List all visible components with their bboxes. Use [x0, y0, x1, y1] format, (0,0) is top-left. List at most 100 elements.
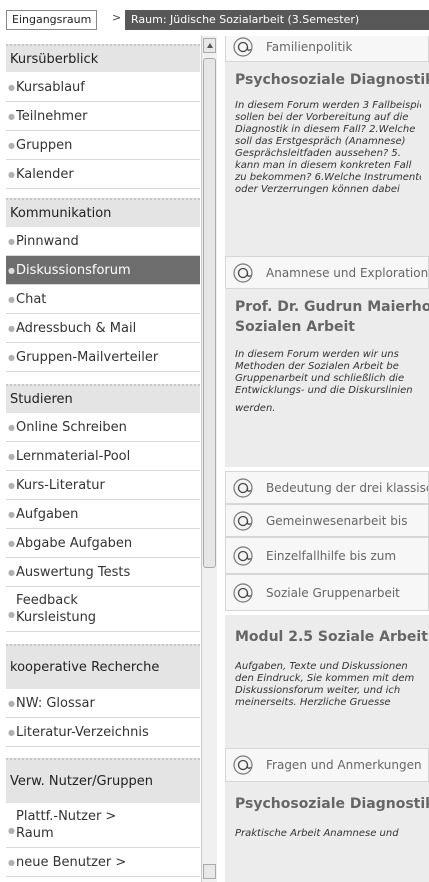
- description-line: In diesem Forum werden 3 Fallbeispiele: [235, 100, 421, 111]
- sidebar-item-plattf-nutzer-raum[interactable]: ● Plattf.-Nutzer > Raum: [6, 803, 200, 848]
- sidebar-item-label: Literatur-Verzeichnis: [16, 724, 149, 740]
- description-line: Diskussionsforum weiter, und ich: [235, 685, 401, 696]
- sidebar-item-label: Adressbuch & Mail: [16, 320, 137, 336]
- forum-topic-row[interactable]: Gemeinwesenarbeit bis: [225, 504, 429, 537]
- forum-topic-icon: [232, 262, 254, 284]
- sidebar-item-label: Auswertung Tests: [16, 564, 131, 580]
- sidebar-item-abgabe-aufgaben[interactable]: ● Abgabe Aufgaben: [6, 529, 200, 558]
- forum-topic-row[interactable]: Bedeutung der drei klassischen: [225, 471, 429, 504]
- forum-category: Prof. Dr. Gudrun Maierhofer Sozialen Arb…: [225, 289, 429, 467]
- forum-category: Modul 2.5 Soziale Arbeit Aufgaben, Texte…: [225, 615, 429, 748]
- description-line: zu bekommen? 6.Welche Instrumente: [235, 172, 421, 183]
- forum-topic-title: Soziale Gruppenarbeit: [266, 585, 400, 600]
- forum-topic-icon: [232, 36, 254, 58]
- sidebar-item-neue-benutzer[interactable]: ● neue Benutzer >: [6, 848, 200, 877]
- sidebar-item-chat[interactable]: ● Chat: [6, 285, 200, 314]
- sidebar-item-kurs-literatur[interactable]: ● Kurs-Literatur: [6, 471, 200, 500]
- forum-topic-title: Familienpolitik: [266, 40, 353, 54]
- forum-category-title: Prof. Dr. Gudrun Maierhofer: [235, 299, 429, 315]
- forum-topic-title: Anamnese und Exploration: [266, 265, 428, 280]
- sidebar-item-kalender[interactable]: ● Kalender: [6, 160, 200, 189]
- forum-topic-row[interactable]: Soziale Gruppenarbeit: [225, 574, 429, 611]
- forum-topic-row[interactable]: Familienpolitik: [225, 36, 429, 62]
- forum-topic-icon: [232, 754, 254, 776]
- bullet-icon: ●: [8, 352, 15, 362]
- bullet-icon: ●: [8, 480, 15, 490]
- scroll-down-icon[interactable]: [203, 864, 216, 879]
- forum-topic-icon: [232, 510, 254, 532]
- forum-topic-title: Bedeutung der drei klassischen: [266, 480, 428, 495]
- sidebar-section-verw-nutzer-gruppen: Verw. Nutzer/Gruppen: [6, 758, 200, 803]
- bullet-icon: ●: [8, 567, 15, 577]
- bullet-icon: ●: [8, 111, 15, 121]
- sidebar-item-label: Feedback Kursleistung: [16, 593, 97, 625]
- description-line: In diesem Forum werden wir uns: [235, 349, 399, 360]
- sidebar-item-label: Kursablauf: [16, 79, 85, 95]
- sidebar-item-aufgaben[interactable]: ● Aufgaben: [6, 500, 200, 529]
- forum-category-title: Psychosoziale Diagnostik: [235, 796, 429, 812]
- sidebar-item-lernmaterial-pool[interactable]: ● Lernmaterial-Pool: [6, 442, 200, 471]
- breadcrumb: Eingangsraum > Raum: Jüdische Sozialarbe…: [0, 0, 429, 36]
- sidebar-item-label: Online Schreiben: [16, 419, 127, 435]
- sidebar-item-label: Plattf.-Nutzer > Raum: [16, 809, 117, 841]
- sidebar-nav: Kursüberblick ● Kursablauf ● Teilnehmer ● G…: [6, 36, 200, 882]
- forum-category-title: Modul 2.5 Soziale Arbeit: [235, 629, 428, 645]
- description-line: oder Verzerrungen können dabei: [235, 184, 400, 195]
- bullet-icon: ●: [8, 169, 15, 179]
- sidebar-item-online-schreiben[interactable]: ● Online Schreiben: [6, 413, 200, 442]
- sidebar-item-kursablauf[interactable]: ● Kursablauf: [6, 73, 200, 102]
- breadcrumb-home-link[interactable]: Eingangsraum: [6, 10, 98, 30]
- description-line: Methoden der Sozialen Arbeit be: [235, 361, 399, 372]
- bullet-icon: ●: [8, 538, 15, 548]
- sidebar-item-pinnwand[interactable]: ● Pinnwand: [6, 227, 200, 256]
- bullet-icon: ●: [8, 509, 15, 519]
- description-line: werden.: [235, 403, 276, 414]
- forum-category-description: Aufgaben, Texte und Diskussionen den Ein…: [235, 661, 421, 709]
- sidebar-section-kommunikation: Kommunikation: [6, 198, 200, 227]
- sidebar-item-feedback-kursleistung[interactable]: ● Feedback Kursleistung: [6, 587, 200, 632]
- forum-category-title: Psychosoziale Diagnostik: [235, 72, 429, 88]
- sidebar-item-label: Gruppen: [16, 137, 73, 153]
- description-line: meinerseits. Herzliche Gruesse: [235, 697, 391, 708]
- sidebar-item-label: Aufgaben: [16, 506, 79, 522]
- bullet-icon: ●: [8, 451, 15, 461]
- sidebar-item-label: Gruppen-Mailverteiler: [16, 349, 159, 365]
- sidebar-item-gruppen[interactable]: ● Gruppen: [6, 131, 200, 160]
- sidebar-item-adressbuch-mail[interactable]: ● Adressbuch & Mail: [6, 314, 200, 343]
- sidebar-scrollbar[interactable]: [201, 36, 217, 882]
- scroll-up-icon[interactable]: [203, 38, 216, 53]
- description-line: soll das Erstgespräch (Anamnese): [235, 136, 406, 147]
- description-line: Entwicklungs- und die Diskurslinien: [235, 385, 413, 396]
- bullet-icon: ●: [8, 826, 15, 835]
- sidebar-item-gruppen-mailverteiler[interactable]: ● Gruppen-Mailverteiler: [6, 343, 200, 372]
- sidebar-item-label: NW: Glossar: [16, 695, 95, 711]
- description-line: den Eindruck, Sie kommen mit dem: [235, 673, 415, 684]
- sidebar-item-diskussionsforum[interactable]: ● Diskussionsforum: [6, 256, 200, 285]
- sidebar-item-literatur-verzeichnis[interactable]: ● Literatur-Verzeichnis: [6, 718, 200, 747]
- forum-content: Familienpolitik Psychosoziale Diagnostik…: [225, 36, 429, 882]
- bullet-icon: ●: [8, 323, 15, 333]
- sidebar-item-label: Chat: [16, 291, 47, 307]
- scrollbar-thumb[interactable]: [203, 58, 216, 568]
- forum-topic-row[interactable]: Fragen und Anmerkungen: [225, 748, 429, 782]
- forum-topic-title: Gemeinwesenarbeit bis: [266, 513, 408, 528]
- sidebar-item-label: Diskussionsforum: [16, 262, 131, 278]
- forum-topic-icon: [232, 545, 254, 567]
- sidebar-item-nw-glossar[interactable]: ● NW: Glossar: [6, 689, 200, 718]
- sidebar-item-label: Abgabe Aufgaben: [16, 535, 133, 551]
- sidebar-item-teilnehmer[interactable]: ● Teilnehmer: [6, 102, 200, 131]
- description-line: Gesprächsleitfaden aussehen? 5.: [235, 148, 401, 159]
- sidebar-section-kooperative-recherche: kooperative Recherche: [6, 644, 200, 689]
- forum-topic-row[interactable]: Anamnese und Exploration: [225, 256, 429, 289]
- forum-topic-title: Einzelfallhilfe bis zum: [266, 548, 397, 563]
- sidebar-item-label: Pinnwand: [16, 233, 79, 249]
- forum-category: Psychosoziale Diagnostik In diesem Forum…: [225, 62, 429, 256]
- sidebar-item-auswertung-tests[interactable]: ● Auswertung Tests: [6, 558, 200, 587]
- description-line: Aufgaben, Texte und Diskussionen: [235, 661, 408, 672]
- forum-topic-title: Fragen und Anmerkungen: [266, 758, 422, 772]
- bullet-icon: ●: [8, 422, 15, 432]
- forum-category-description: Praktische Arbeit Anamnese und: [235, 828, 421, 840]
- bullet-icon: ●: [8, 236, 15, 246]
- forum-category-description: In diesem Forum werden wir uns Methoden …: [235, 349, 421, 415]
- forum-topic-row[interactable]: Einzelfallhilfe bis zum: [225, 537, 429, 574]
